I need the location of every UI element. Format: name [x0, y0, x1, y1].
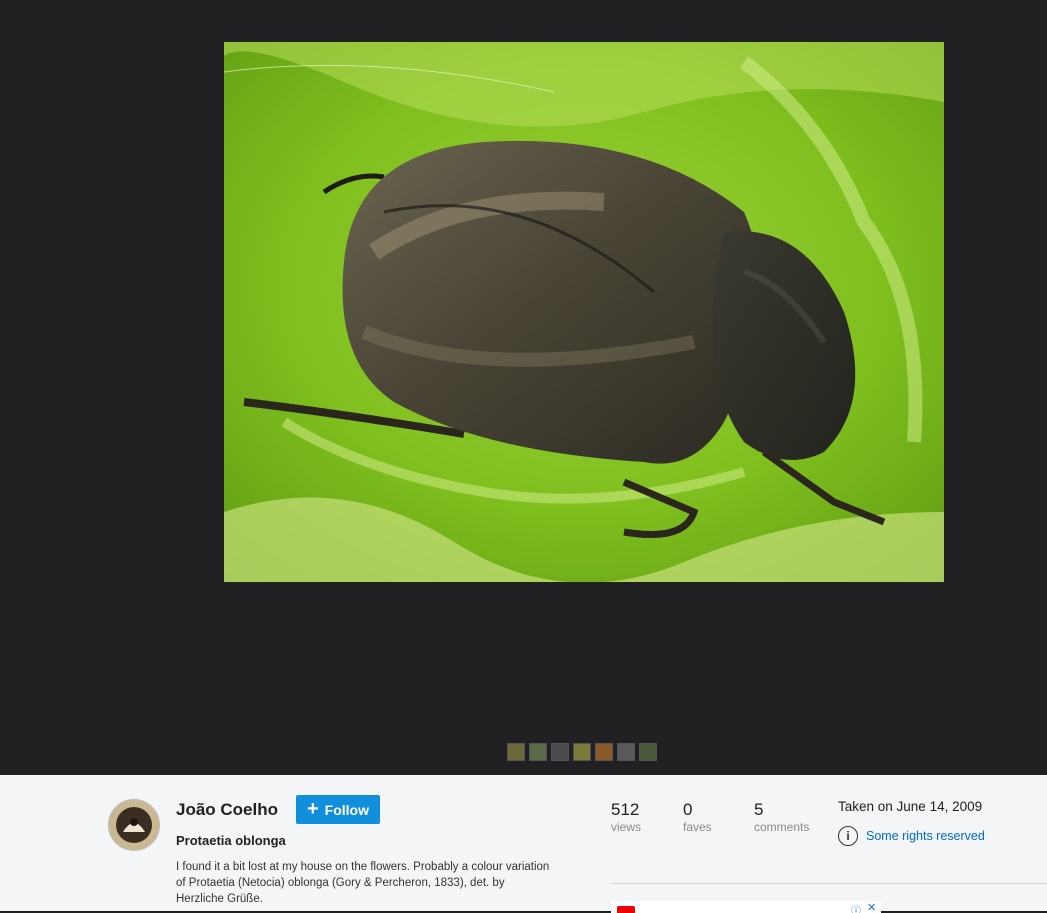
avatar-image: [109, 800, 159, 850]
filmstrip-thumbnail[interactable]: [551, 743, 569, 761]
views-count: 512: [611, 800, 640, 819]
photo-title: Protaetia oblonga: [176, 833, 286, 848]
views-stat: 512 views: [611, 800, 641, 834]
comments-stat[interactable]: 5 comments: [754, 800, 809, 834]
avatar[interactable]: [108, 799, 160, 851]
author-name[interactable]: João Coelho: [176, 800, 278, 820]
views-label: views: [611, 820, 642, 834]
comments-count: 5: [754, 800, 764, 819]
photo-viewer: [0, 0, 1047, 775]
filmstrip: [507, 743, 657, 761]
filmstrip-thumbnail[interactable]: [507, 743, 525, 761]
ad-logo-icon: [617, 906, 635, 913]
ad-info-icon[interactable]: ⓘ: [851, 902, 861, 913]
ad-close-icon[interactable]: ✕: [867, 901, 876, 913]
filmstrip-thumbnail[interactable]: [529, 743, 547, 761]
advertisement[interactable]: ⓘ ✕: [611, 901, 881, 913]
date-taken[interactable]: Taken on June 14, 2009: [838, 799, 982, 814]
plus-icon: +: [306, 797, 319, 820]
filmstrip-thumbnail[interactable]: [639, 743, 657, 761]
filmstrip-thumbnail[interactable]: [573, 743, 591, 761]
faves-label: faves: [683, 820, 712, 834]
main-photo[interactable]: [224, 42, 944, 582]
filmstrip-thumbnail[interactable]: [595, 743, 613, 761]
follow-button[interactable]: + Follow: [296, 795, 380, 824]
photo-description: I found it a bit lost at my house on the…: [176, 861, 550, 905]
follow-label: Follow: [324, 801, 369, 818]
comments-label: comments: [754, 820, 810, 834]
faves-stat[interactable]: 0 faves: [683, 800, 712, 834]
filmstrip-thumbnail[interactable]: [617, 743, 635, 761]
faves-count: 0: [683, 800, 693, 819]
divider: [611, 883, 1047, 884]
license-label: Some rights reserved: [866, 829, 985, 843]
creative-commons-attribution-icon: i: [838, 826, 858, 846]
license-link[interactable]: i Some rights reserved: [838, 826, 985, 846]
